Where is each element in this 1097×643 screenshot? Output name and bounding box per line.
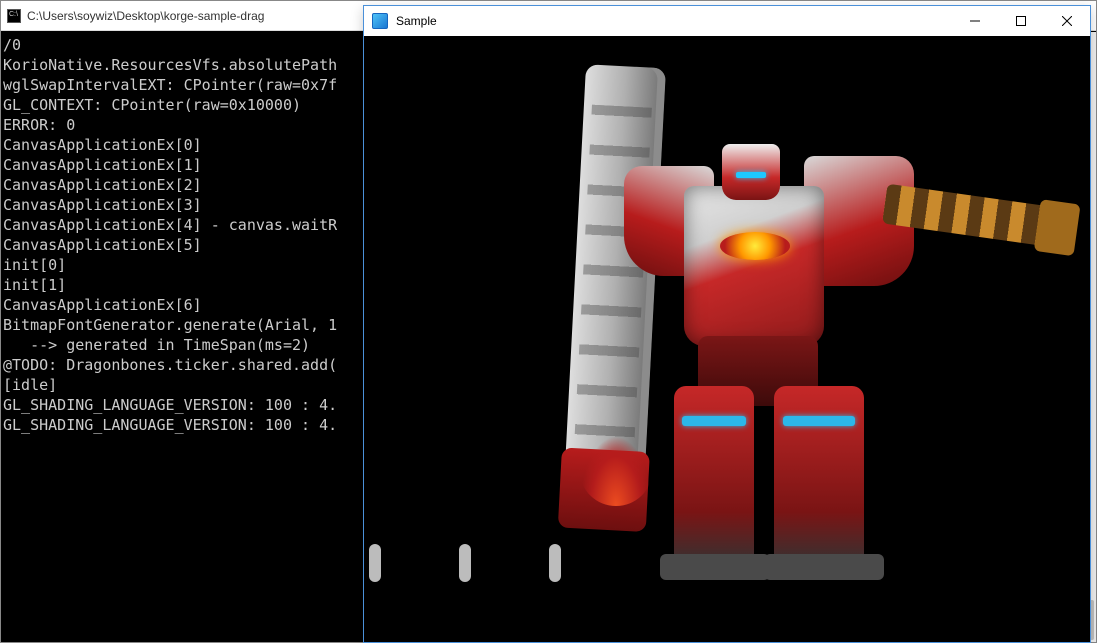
console-line: /0 <box>3 36 21 54</box>
indicator-pill <box>549 544 561 582</box>
console-line: CanvasApplicationEx[3] <box>3 196 202 214</box>
maximize-icon <box>1016 16 1026 26</box>
sample-titlebar[interactable]: Sample <box>364 6 1090 36</box>
indicator-pill <box>459 544 471 582</box>
close-icon <box>1062 16 1072 26</box>
console-line: GL_CONTEXT: CPointer(raw=0x10000) <box>3 96 301 114</box>
mecha-foot-left <box>660 554 770 580</box>
indicator-pill <box>369 544 381 582</box>
console-line: GL_SHADING_LANGUAGE_VERSION: 100 : 4. <box>3 416 337 434</box>
mecha-torso <box>684 186 824 346</box>
minimize-button[interactable] <box>952 6 998 36</box>
console-title: C:\Users\soywiz\Desktop\korge-sample-dra… <box>27 9 264 23</box>
minimize-icon <box>970 16 980 26</box>
console-line: init[0] <box>3 256 66 274</box>
mecha-chest-light <box>720 232 790 260</box>
console-line: CanvasApplicationEx[4] - canvas.waitR <box>3 216 337 234</box>
close-button[interactable] <box>1044 6 1090 36</box>
sample-window: Sample <box>363 5 1091 643</box>
sample-title: Sample <box>396 14 944 28</box>
console-line: wglSwapIntervalEXT: CPointer(raw=0x7f <box>3 76 337 94</box>
render-canvas[interactable] <box>364 36 1090 642</box>
mecha-flame-deco <box>580 436 652 506</box>
window-controls <box>952 6 1090 36</box>
app-icon <box>372 13 388 29</box>
console-line: init[1] <box>3 276 66 294</box>
mecha-sprite <box>484 56 964 566</box>
mecha-leg-right <box>774 386 864 566</box>
console-line: CanvasApplicationEx[5] <box>3 236 202 254</box>
console-line: ERROR: 0 <box>3 116 75 134</box>
console-line: --> generated in TimeSpan(ms=2) <box>3 336 310 354</box>
cmd-icon <box>7 9 21 23</box>
mecha-leg-left <box>674 386 754 566</box>
maximize-button[interactable] <box>998 6 1044 36</box>
console-line: [idle] <box>3 376 57 394</box>
mecha-foot-right <box>764 554 884 580</box>
console-line: CanvasApplicationEx[0] <box>3 136 202 154</box>
console-line: KorioNative.ResourcesVfs.absolutePath <box>3 56 337 74</box>
console-line: CanvasApplicationEx[6] <box>3 296 202 314</box>
console-line: BitmapFontGenerator.generate(Arial, 1 <box>3 316 337 334</box>
console-line: CanvasApplicationEx[1] <box>3 156 202 174</box>
ui-indicators <box>369 544 561 582</box>
mecha-head <box>722 144 780 200</box>
console-line: @TODO: Dragonbones.ticker.shared.add( <box>3 356 337 374</box>
console-line: GL_SHADING_LANGUAGE_VERSION: 100 : 4. <box>3 396 337 414</box>
console-line: CanvasApplicationEx[2] <box>3 176 202 194</box>
